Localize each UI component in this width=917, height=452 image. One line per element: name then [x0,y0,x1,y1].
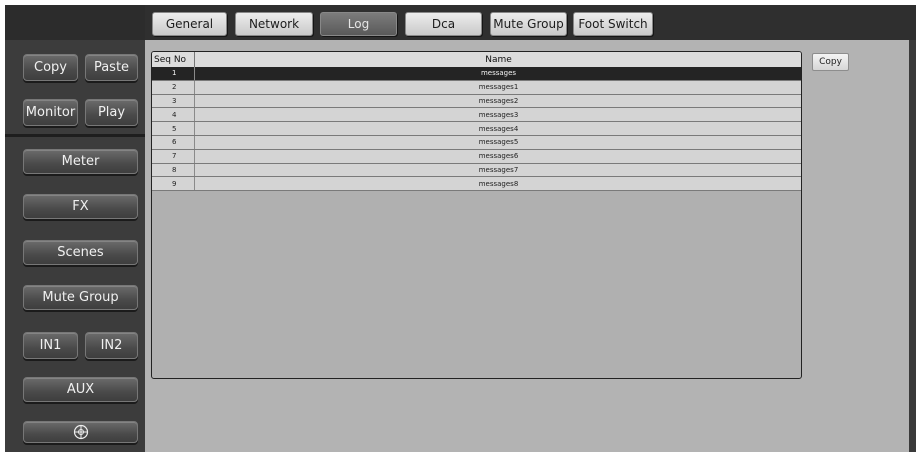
meter-button[interactable]: Meter [23,149,138,174]
table-row[interactable]: 3 messages2 [152,94,801,109]
tab-dca[interactable]: Dca [405,12,482,36]
seq-cell: 5 [172,124,177,133]
table-row[interactable]: 9 messages8 [152,177,801,192]
seq-cell: 6 [172,138,177,147]
table-row[interactable]: 4 messages3 [152,108,801,123]
table-row[interactable]: 5 messages4 [152,122,801,136]
seq-no-header: Seq No [154,54,187,65]
scenes-button[interactable]: Scenes [23,240,138,265]
bottom-icon-button[interactable] [23,421,138,443]
tab-network[interactable]: Network [235,12,313,36]
name-cell: messages4 [194,122,801,135]
play-button[interactable]: Play [85,99,138,126]
name-cell: messages2 [194,94,801,108]
seq-cell: 2 [172,83,177,92]
name-cell: messages8 [194,177,801,191]
log-copy-button[interactable]: Copy [812,53,849,71]
name-cell: messages [194,67,801,80]
crosshair-circle-icon [73,424,88,440]
seq-cell: 7 [172,152,177,161]
name-cell: messages7 [194,163,801,177]
table-row[interactable]: 7 messages6 [152,149,801,164]
tab-mute-group[interactable]: Mute Group [490,12,567,36]
seq-cell: 3 [172,96,177,105]
fx-button[interactable]: FX [23,194,138,219]
seq-cell: 4 [172,110,177,119]
table-row[interactable]: 6 messages5 [152,136,801,150]
table-row[interactable]: 2 messages1 [152,80,801,95]
aux-button[interactable]: AUX [23,377,138,402]
table-row[interactable]: 8 messages7 [152,163,801,178]
tab-foot-switch[interactable]: Foot Switch [573,12,653,36]
in1-button[interactable]: IN1 [23,332,78,359]
mute-group-button[interactable]: Mute Group [23,285,138,310]
monitor-button[interactable]: Monitor [23,99,78,126]
tab-log[interactable]: Log [320,12,397,36]
name-cell: messages6 [194,149,801,163]
copy-button[interactable]: Copy [23,54,78,81]
tab-general[interactable]: General [152,12,227,36]
sidebar-divider [5,134,145,137]
seq-cell: 8 [172,165,177,174]
paste-button[interactable]: Paste [85,54,138,81]
table-header: Seq No Name [152,52,801,68]
in2-button[interactable]: IN2 [85,332,138,359]
log-table[interactable]: Seq No Name 1 messages 2 messages1 3 mes… [151,51,802,379]
table-row[interactable]: 1 messages [152,67,801,81]
name-cell: messages3 [194,108,801,122]
seq-cell: 9 [172,179,177,188]
name-cell: messages5 [194,136,801,149]
name-header: Name [194,52,801,67]
name-cell: messages1 [194,80,801,94]
sidebar-header [5,5,145,40]
seq-cell: 1 [172,69,177,78]
